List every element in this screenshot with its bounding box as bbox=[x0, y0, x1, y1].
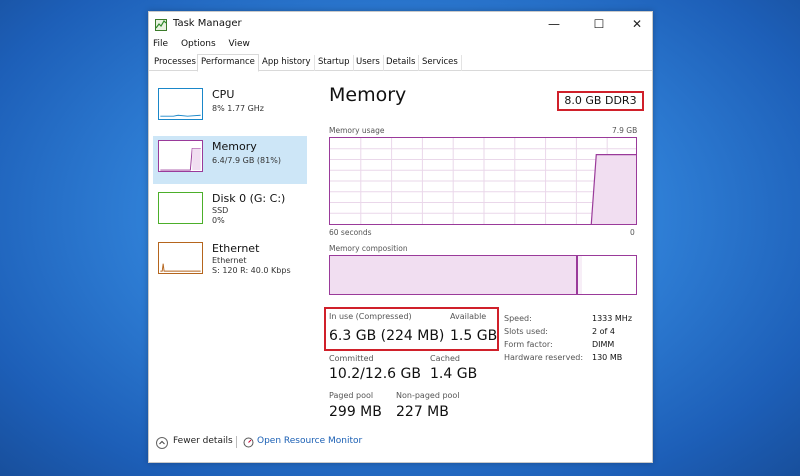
sidebar-item-memory[interactable]: Memory 6.4/7.9 GB (81%) bbox=[153, 136, 307, 184]
sidebar-item-label: Ethernet bbox=[212, 242, 260, 255]
paged-pool-label: Paged pool bbox=[329, 391, 374, 400]
sidebar-item-type: SSD bbox=[212, 206, 229, 215]
memory-panel: Memory 8.0 GB DDR3 Memory usage 7.9 GB 6… bbox=[324, 74, 644, 424]
page-title: Memory bbox=[329, 84, 407, 106]
available-value: 1.5 GB bbox=[450, 328, 498, 344]
detail-slots-label: Slots used: bbox=[504, 327, 548, 336]
sidebar-item-label: Disk 0 (G: C:) bbox=[212, 192, 286, 205]
memory-usage-max: 7.9 GB bbox=[612, 126, 638, 135]
sidebar-item-stat: 8% 1.77 GHz bbox=[212, 104, 265, 113]
sidebar-item-ethernet[interactable]: Ethernet Ethernet S: 120 R: 40.0 Kbps bbox=[153, 238, 307, 286]
committed-value: 10.2/12.6 GB bbox=[329, 366, 421, 382]
non-paged-pool-label: Non-paged pool bbox=[396, 391, 460, 400]
composition-modified-segment bbox=[578, 256, 582, 294]
fewer-details-button[interactable]: Fewer details bbox=[173, 436, 233, 446]
committed-label: Committed bbox=[329, 354, 374, 363]
minimize-button[interactable]: — bbox=[544, 16, 564, 32]
tab-services[interactable]: Services bbox=[419, 55, 462, 71]
composition-in-use-segment bbox=[330, 256, 578, 294]
cached-value: 1.4 GB bbox=[430, 366, 478, 382]
close-button[interactable]: ✕ bbox=[627, 16, 647, 32]
detail-speed-label: Speed: bbox=[504, 314, 532, 323]
graph-time-left: 60 seconds bbox=[329, 228, 372, 237]
task-manager-window: Task Manager — ☐ ✕ File Options View Pro… bbox=[148, 11, 653, 463]
task-manager-icon bbox=[155, 19, 167, 31]
detail-hw-reserved-value: 130 MB bbox=[592, 353, 623, 362]
detail-hw-reserved-label: Hardware reserved: bbox=[504, 353, 584, 362]
memory-composition-bar bbox=[329, 255, 637, 295]
in-use-value: 6.3 GB (224 MB) bbox=[329, 328, 445, 344]
sidebar-item-label: Memory bbox=[212, 140, 257, 153]
sidebar-item-disk[interactable]: Disk 0 (G: C:) SSD 0% bbox=[153, 188, 307, 236]
detail-speed-value: 1333 MHz bbox=[592, 314, 633, 323]
tab-strip: Processes Performance App history Startu… bbox=[149, 54, 652, 72]
cpu-thumbnail-graph bbox=[158, 88, 203, 120]
available-label: Available bbox=[450, 312, 487, 321]
in-use-label: In use (Compressed) bbox=[329, 312, 412, 321]
memory-thumbnail-graph bbox=[158, 140, 203, 172]
detail-slots-value: 2 of 4 bbox=[592, 327, 615, 336]
footer-divider bbox=[236, 436, 237, 448]
footer: Fewer details Open Resource Monitor bbox=[149, 433, 652, 453]
sidebar-item-cpu[interactable]: CPU 8% 1.77 GHz bbox=[153, 84, 307, 132]
menu-file[interactable]: File bbox=[153, 39, 168, 49]
sidebar-item-label: CPU bbox=[212, 88, 235, 101]
tab-startup[interactable]: Startup bbox=[315, 55, 354, 71]
memory-composition-label: Memory composition bbox=[329, 244, 408, 253]
sidebar-item-stat: 0% bbox=[212, 216, 225, 225]
tab-app-history[interactable]: App history bbox=[259, 55, 315, 71]
detail-form-factor-value: DIMM bbox=[592, 340, 615, 349]
menu-bar: File Options View bbox=[153, 39, 260, 53]
sidebar-item-type: Ethernet bbox=[212, 256, 247, 265]
tab-details[interactable]: Details bbox=[383, 55, 420, 71]
title-bar: Task Manager — ☐ ✕ bbox=[149, 12, 652, 38]
menu-view[interactable]: View bbox=[229, 39, 250, 49]
detail-form-factor-label: Form factor: bbox=[504, 340, 553, 349]
memory-usage-label: Memory usage bbox=[329, 126, 385, 135]
disk-thumbnail-graph bbox=[158, 192, 203, 224]
graph-time-right: 0 bbox=[630, 228, 635, 237]
memory-usage-graph bbox=[329, 137, 637, 225]
memory-spec-badge: 8.0 GB DDR3 bbox=[557, 91, 644, 111]
tab-users[interactable]: Users bbox=[353, 55, 384, 71]
paged-pool-value: 299 MB bbox=[329, 404, 382, 420]
non-paged-pool-value: 227 MB bbox=[396, 404, 449, 420]
resource-monitor-icon bbox=[243, 437, 254, 448]
menu-options[interactable]: Options bbox=[181, 39, 216, 49]
open-resource-monitor-link[interactable]: Open Resource Monitor bbox=[257, 436, 362, 446]
maximize-button[interactable]: ☐ bbox=[589, 16, 609, 32]
cached-label: Cached bbox=[430, 354, 460, 363]
sidebar-item-stat: 6.4/7.9 GB (81%) bbox=[212, 156, 281, 165]
window-title: Task Manager bbox=[173, 18, 242, 29]
sidebar-item-stat: S: 120 R: 40.0 Kbps bbox=[212, 266, 291, 275]
ethernet-thumbnail-graph bbox=[158, 242, 203, 274]
chevron-up-icon[interactable] bbox=[156, 437, 168, 449]
performance-sidebar: CPU 8% 1.77 GHz Memory 6.4/7.9 GB (81%) … bbox=[149, 74, 307, 424]
tab-processes[interactable]: Processes bbox=[151, 55, 200, 71]
tab-performance[interactable]: Performance bbox=[197, 54, 259, 72]
